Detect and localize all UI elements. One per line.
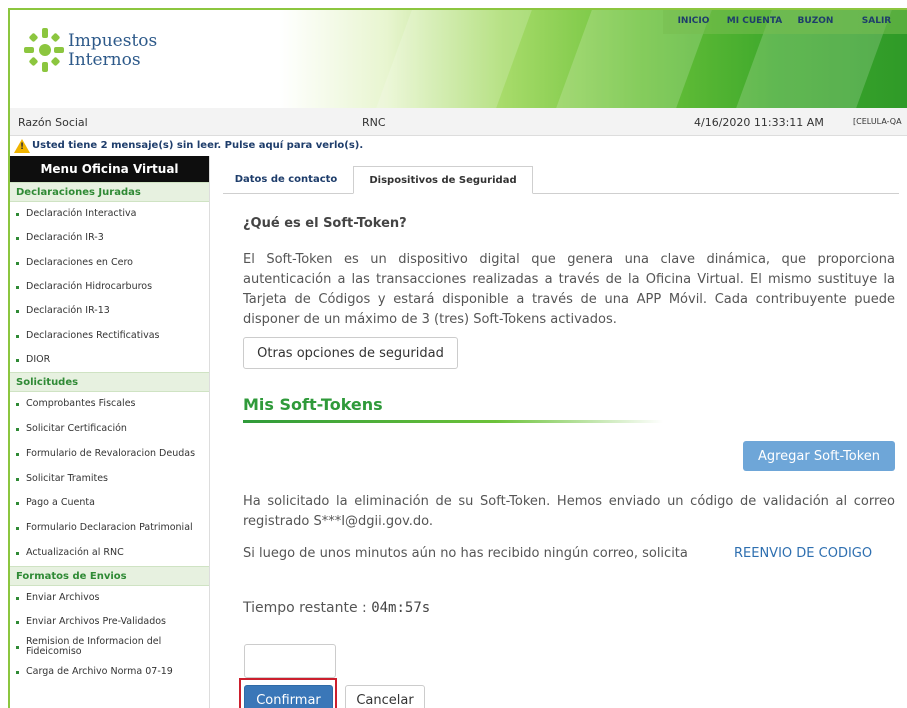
confirm-button[interactable]: Confirmar (244, 685, 333, 708)
my-softtokens-heading: Mis Soft-Tokens (243, 395, 383, 414)
sidebar-item[interactable]: Declaración IR-3 (10, 226, 209, 250)
sidebar-item[interactable]: Carga de Archivo Norma 07-19 (10, 660, 209, 684)
sidebar-item[interactable]: Declaración IR-13 (10, 299, 209, 323)
time-remaining: Tiempo restante : 04m:57s (243, 600, 430, 616)
nav-inicio[interactable]: INICIO (663, 10, 724, 34)
session-user: [CELULA-QA (853, 117, 902, 126)
other-security-options-button[interactable]: Otras opciones de seguridad (243, 337, 458, 369)
sidebar-item[interactable]: Declaración Hidrocarburos (10, 275, 209, 299)
unread-messages-text: Usted tiene 2 mensaje(s) sin leer. Pulse… (32, 140, 364, 151)
resend-prompt: Si luego de unos minutos aún no has reci… (243, 546, 688, 561)
sidebar-item[interactable]: Declaraciones en Cero (10, 251, 209, 275)
tab-bar: Datos de contacto Dispositivos de Seguri… (223, 156, 899, 194)
sidebar-menu: Menu Oficina Virtual Declaraciones Jurad… (10, 156, 210, 708)
logo-burst-icon (24, 28, 66, 74)
tab-datos-contacto[interactable]: Datos de contacto (223, 166, 349, 194)
nav-salir[interactable]: SALIR (846, 10, 907, 34)
nav-mi-cuenta[interactable]: MI CUENTA (724, 10, 785, 34)
validation-code-input[interactable] (244, 644, 336, 678)
warning-icon (14, 139, 30, 153)
timer-label: Tiempo restante : (243, 600, 367, 616)
sidebar-item[interactable]: Declaración Interactiva (10, 202, 209, 226)
sidebar-item[interactable]: Declaraciones Rectificativas (10, 323, 209, 347)
logo-line-2: Internos (68, 50, 141, 70)
account-info-bar: Razón Social RNC 4/16/2020 11:33:11 AM [… (10, 108, 907, 136)
sidebar-item[interactable]: Actualización al RNC (10, 541, 209, 565)
sidebar-item[interactable]: Enviar Archivos (10, 586, 209, 610)
softtoken-description: El Soft-Token es un dispositivo digital … (243, 252, 895, 327)
sidebar-section-solicitudes: Solicitudes (10, 372, 209, 393)
sidebar-item[interactable]: Comprobantes Fiscales (10, 392, 209, 416)
nav-buzon[interactable]: BUZON (785, 10, 846, 34)
timer-value: 04m:57s (371, 600, 431, 616)
heading-underline (243, 420, 663, 423)
sidebar-item[interactable]: Solicitar Tramites (10, 467, 209, 491)
removal-message: Ha solicitado la eliminación de su Soft-… (243, 494, 895, 529)
dgii-logo[interactable]: Impuestos Internos (24, 28, 157, 74)
resend-code-link[interactable]: REENVIO DE CODIGO (734, 546, 872, 561)
sidebar-item[interactable]: DIOR (10, 348, 209, 372)
app-frame: Impuestos Internos INICIO MI CUENTA BUZO… (8, 8, 907, 708)
sidebar-item[interactable]: Pago a Cuenta (10, 491, 209, 515)
softtoken-question-heading: ¿Qué es el Soft-Token? (243, 216, 407, 231)
tab-dispositivos-seguridad[interactable]: Dispositivos de Seguridad (353, 166, 533, 194)
razon-social-label: Razón Social (18, 116, 88, 129)
sidebar-item[interactable]: Formulario de Revaloracion Deudas (10, 441, 209, 467)
sidebar-item[interactable]: Formulario Declaracion Patrimonial (10, 515, 209, 541)
sidebar-section-formatos: Formatos de Envios (10, 565, 209, 586)
session-datetime: 4/16/2020 11:33:11 AM (694, 116, 824, 129)
sidebar-item[interactable]: Remision de Informacion del Fideicomiso (10, 634, 209, 660)
rnc-label: RNC (362, 116, 386, 129)
sidebar-item[interactable]: Enviar Archivos Pre-Validados (10, 610, 209, 634)
top-navigation: INICIO MI CUENTA BUZON SALIR (663, 10, 907, 34)
cancel-button[interactable]: Cancelar (345, 685, 425, 708)
sidebar-item[interactable]: Solicitar Certificación (10, 416, 209, 440)
main-content: Datos de contacto Dispositivos de Seguri… (223, 156, 907, 708)
site-header: Impuestos Internos INICIO MI CUENTA BUZO… (10, 10, 907, 108)
unread-messages-notice[interactable]: Usted tiene 2 mensaje(s) sin leer. Pulse… (10, 137, 907, 155)
add-softtoken-button[interactable]: Agregar Soft-Token (743, 441, 895, 471)
sidebar-section-declaraciones: Declaraciones Juradas (10, 182, 209, 202)
logo-line-1: Impuestos (68, 31, 158, 51)
sidebar-title: Menu Oficina Virtual (10, 156, 209, 182)
